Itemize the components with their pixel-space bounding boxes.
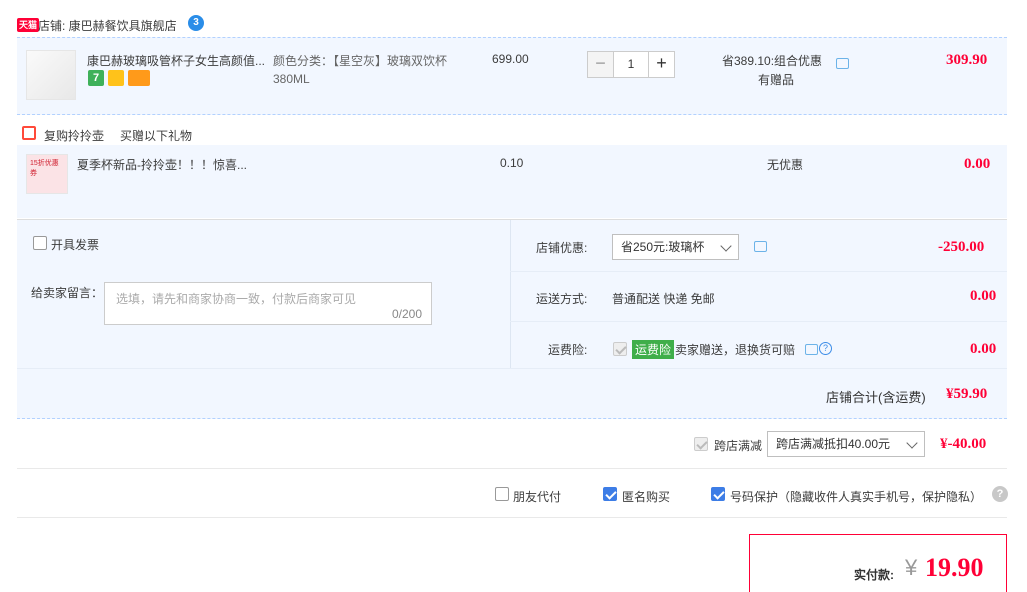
shop-header: 店铺: 康巴赫餐饮具旗舰店	[38, 17, 177, 34]
wangwang-chat-icon[interactable]: 3	[188, 15, 204, 31]
chevron-down-icon	[906, 437, 918, 449]
item-size: 380ML	[273, 72, 310, 86]
gift-title-link[interactable]: 夏季杯新品-拎拎壶！！！惊喜...	[77, 156, 247, 173]
shop-discount-label: 店铺优惠:	[536, 241, 588, 255]
discount-info-icon[interactable]	[754, 241, 767, 252]
divider	[17, 468, 1007, 469]
gift-label: 复购拎拎壶	[44, 129, 105, 143]
item-title-link[interactable]: 康巴赫玻璃吸管杯子女生高颜值...	[87, 52, 267, 69]
invoice-checkbox[interactable]	[33, 236, 47, 250]
friend-pay-label: 朋友代付	[513, 490, 562, 504]
item-gift-note: 有赠品	[758, 73, 795, 87]
cross-store-checkbox	[694, 437, 708, 451]
shop-total-amount: ¥59.90	[946, 386, 988, 402]
shop-total-label: 店铺合计(含运费)	[826, 390, 926, 405]
invoice-label: 开具发票	[51, 238, 100, 252]
final-payment-box: 实付款: ¥ 19.90	[749, 534, 1007, 592]
anonymous-label: 匿名购买	[622, 490, 671, 504]
message-counter: 0/200	[391, 307, 422, 321]
row-divider	[17, 368, 1007, 369]
row-divider	[510, 321, 1007, 322]
message-placeholder: 选填，请先和商家协商一致，付款后商家可见	[116, 292, 357, 306]
seven-day-return-icon: 7	[88, 70, 104, 86]
cross-store-label: 跨店满减	[714, 439, 763, 453]
message-textarea[interactable]: 选填，请先和商家协商一致，付款后商家可见 0/200	[104, 282, 432, 325]
shop-discount-amount: -250.00	[938, 239, 985, 255]
gift-icon	[22, 126, 36, 140]
final-label: 实付款:	[854, 568, 894, 582]
item-row	[17, 37, 1007, 115]
friend-pay-checkbox[interactable]	[495, 487, 509, 501]
cross-store-value: 跨店满减抵扣40.00元	[776, 437, 891, 451]
shop-label: 店铺:	[38, 19, 69, 33]
help-icon[interactable]: ?	[992, 486, 1008, 502]
insurance-desc: 卖家赠送，退换货可赔	[675, 343, 796, 357]
increase-button[interactable]: +	[648, 52, 674, 77]
shop-discount-value: 省250元:玻璃杯	[621, 240, 705, 254]
shipping-value: 普通配送 快递 免邮	[612, 292, 715, 306]
item-discount: 省389.10:组合优惠	[722, 54, 823, 68]
insurance-label: 运费险:	[548, 343, 588, 357]
service-icons: 7	[88, 70, 150, 86]
gift-desc: 买赠以下礼物	[120, 129, 193, 143]
anonymous-checkbox[interactable]	[603, 487, 617, 501]
insurance-chat-icon[interactable]	[805, 344, 818, 355]
final-currency: ¥	[905, 555, 918, 580]
panel-divider	[510, 220, 511, 368]
cross-store-select[interactable]: 跨店满减抵扣40.00元	[767, 431, 925, 457]
shop-name-link[interactable]: 康巴赫餐饮具旗舰店	[69, 19, 177, 33]
gift-thumbnail[interactable]: 15折优惠券	[26, 154, 68, 194]
card-icon	[128, 70, 150, 86]
shipping-label: 运送方式:	[536, 292, 588, 306]
tmall-badge: 天猫	[17, 18, 40, 32]
item-thumbnail[interactable]	[26, 50, 76, 100]
message-label: 给卖家留言：	[31, 286, 104, 300]
item-unit-price: 699.00	[492, 52, 529, 66]
shipping-amount: 0.00	[970, 288, 997, 304]
gift-price: 0.10	[500, 156, 524, 170]
number-protect-checkbox[interactable]	[711, 487, 725, 501]
gift-discount: 无优惠	[767, 158, 804, 172]
final-amount: 19.90	[925, 553, 984, 582]
gift-subtotal: 0.00	[964, 156, 991, 172]
discount-detail-icon[interactable]	[836, 58, 849, 69]
item-subtotal: 309.90	[946, 52, 988, 68]
row-divider	[510, 271, 1007, 272]
chevron-down-icon	[720, 240, 732, 252]
shield-icon	[108, 70, 124, 86]
insurance-amount: 0.00	[970, 341, 997, 357]
insurance-checkbox	[613, 342, 627, 356]
shop-discount-select[interactable]: 省250元:玻璃杯	[612, 234, 739, 260]
decrease-button[interactable]: −	[588, 52, 614, 77]
insurance-tag: 运费险	[632, 340, 675, 359]
cross-store-amount: ¥-40.00	[940, 436, 987, 452]
question-icon[interactable]: ?	[819, 342, 832, 355]
divider	[17, 517, 1007, 518]
quantity-stepper: − 1 +	[587, 51, 675, 78]
item-sku: 颜色分类：【星空灰】玻璃双饮杯	[273, 54, 448, 68]
quantity-input[interactable]: 1	[614, 52, 648, 77]
number-protect-label: 号码保护（隐藏收件人真实手机号，保护隐私）	[730, 490, 983, 504]
